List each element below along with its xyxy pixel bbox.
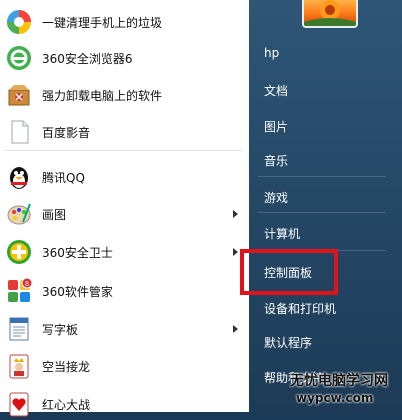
right-link-devices-printers[interactable]: 设备和打印机 [264, 300, 336, 317]
program-label: 画图 [42, 207, 67, 222]
program-item-360-guard[interactable]: 360安全卫士 [4, 236, 244, 268]
divider [4, 150, 242, 151]
program-label: 空当接龙 [42, 359, 91, 374]
freecell-king-card-icon [4, 351, 34, 381]
program-label: 腾讯QQ [42, 170, 85, 185]
program-item-360-software-manager[interactable]: 8 360软件管家 [4, 275, 244, 307]
uninstall-box-icon [4, 80, 34, 110]
divider [258, 212, 386, 213]
program-item-paint[interactable]: 画图 [4, 198, 244, 230]
paint-palette-icon [4, 199, 34, 229]
cleaner-app-icon [4, 7, 34, 37]
right-link-hp[interactable]: hp [264, 46, 279, 60]
360-software-manager-icon: 8 [4, 276, 34, 306]
360-guard-icon [4, 237, 34, 267]
right-link-music[interactable]: 音乐 [264, 152, 288, 169]
program-label: 一键清理手机上的垃圾 [42, 15, 163, 30]
submenu-arrow-icon [233, 325, 238, 333]
program-item-baidu-player[interactable]: 百度影音 [4, 116, 244, 148]
submenu-arrow-icon [233, 210, 238, 218]
program-label: 强力卸载电脑上的软件 [42, 88, 163, 103]
program-item-uninstaller[interactable]: 强力卸载电脑上的软件 [4, 79, 244, 111]
program-item-cleaner[interactable]: 一键清理手机上的垃圾 [4, 6, 244, 38]
divider [258, 176, 386, 177]
highlight-box [240, 249, 338, 295]
submenu-arrow-icon [233, 248, 238, 256]
programs-panel: 一键清理手机上的垃圾 360安全浏览器6 强力卸载电脑上的软件 百度影音 腾讯Q… [0, 0, 250, 417]
program-item-wordpad[interactable]: 写字板 [4, 313, 244, 345]
right-link-pictures[interactable]: 图片 [264, 118, 288, 135]
360-browser-icon [4, 43, 34, 73]
flower-picture-icon [304, 0, 356, 26]
watermark: 无忧电脑学习网 wypcw.com [290, 372, 402, 412]
right-link-default-programs[interactable]: 默认程序 [264, 334, 312, 351]
program-item-360-browser[interactable]: 360安全浏览器6 [4, 42, 244, 74]
watermark-url: wypcw.com [296, 391, 374, 405]
wordpad-icon [4, 314, 34, 344]
qq-penguin-icon [4, 162, 34, 192]
program-label: 红心大战 [42, 397, 91, 412]
user-picture[interactable] [302, 0, 358, 28]
program-label: 360安全浏览器6 [42, 51, 133, 66]
program-label: 360软件管家 [42, 284, 113, 299]
program-label: 百度影音 [42, 125, 91, 140]
program-item-freecell[interactable]: 空当接龙 [4, 350, 244, 382]
right-link-games[interactable]: 游戏 [264, 189, 288, 206]
program-label: 360安全卫士 [42, 245, 113, 260]
svg-text:8: 8 [25, 281, 29, 288]
right-link-documents[interactable]: 文档 [264, 82, 288, 99]
program-item-qq[interactable]: 腾讯QQ [4, 161, 244, 193]
program-item-hearts[interactable]: 红心大战 [4, 388, 244, 420]
watermark-title: 无忧电脑学习网 [290, 373, 388, 389]
right-link-computer[interactable]: 计算机 [264, 225, 300, 242]
hearts-card-icon [4, 389, 34, 419]
program-label: 写字板 [42, 322, 79, 337]
blank-document-icon [4, 117, 34, 147]
